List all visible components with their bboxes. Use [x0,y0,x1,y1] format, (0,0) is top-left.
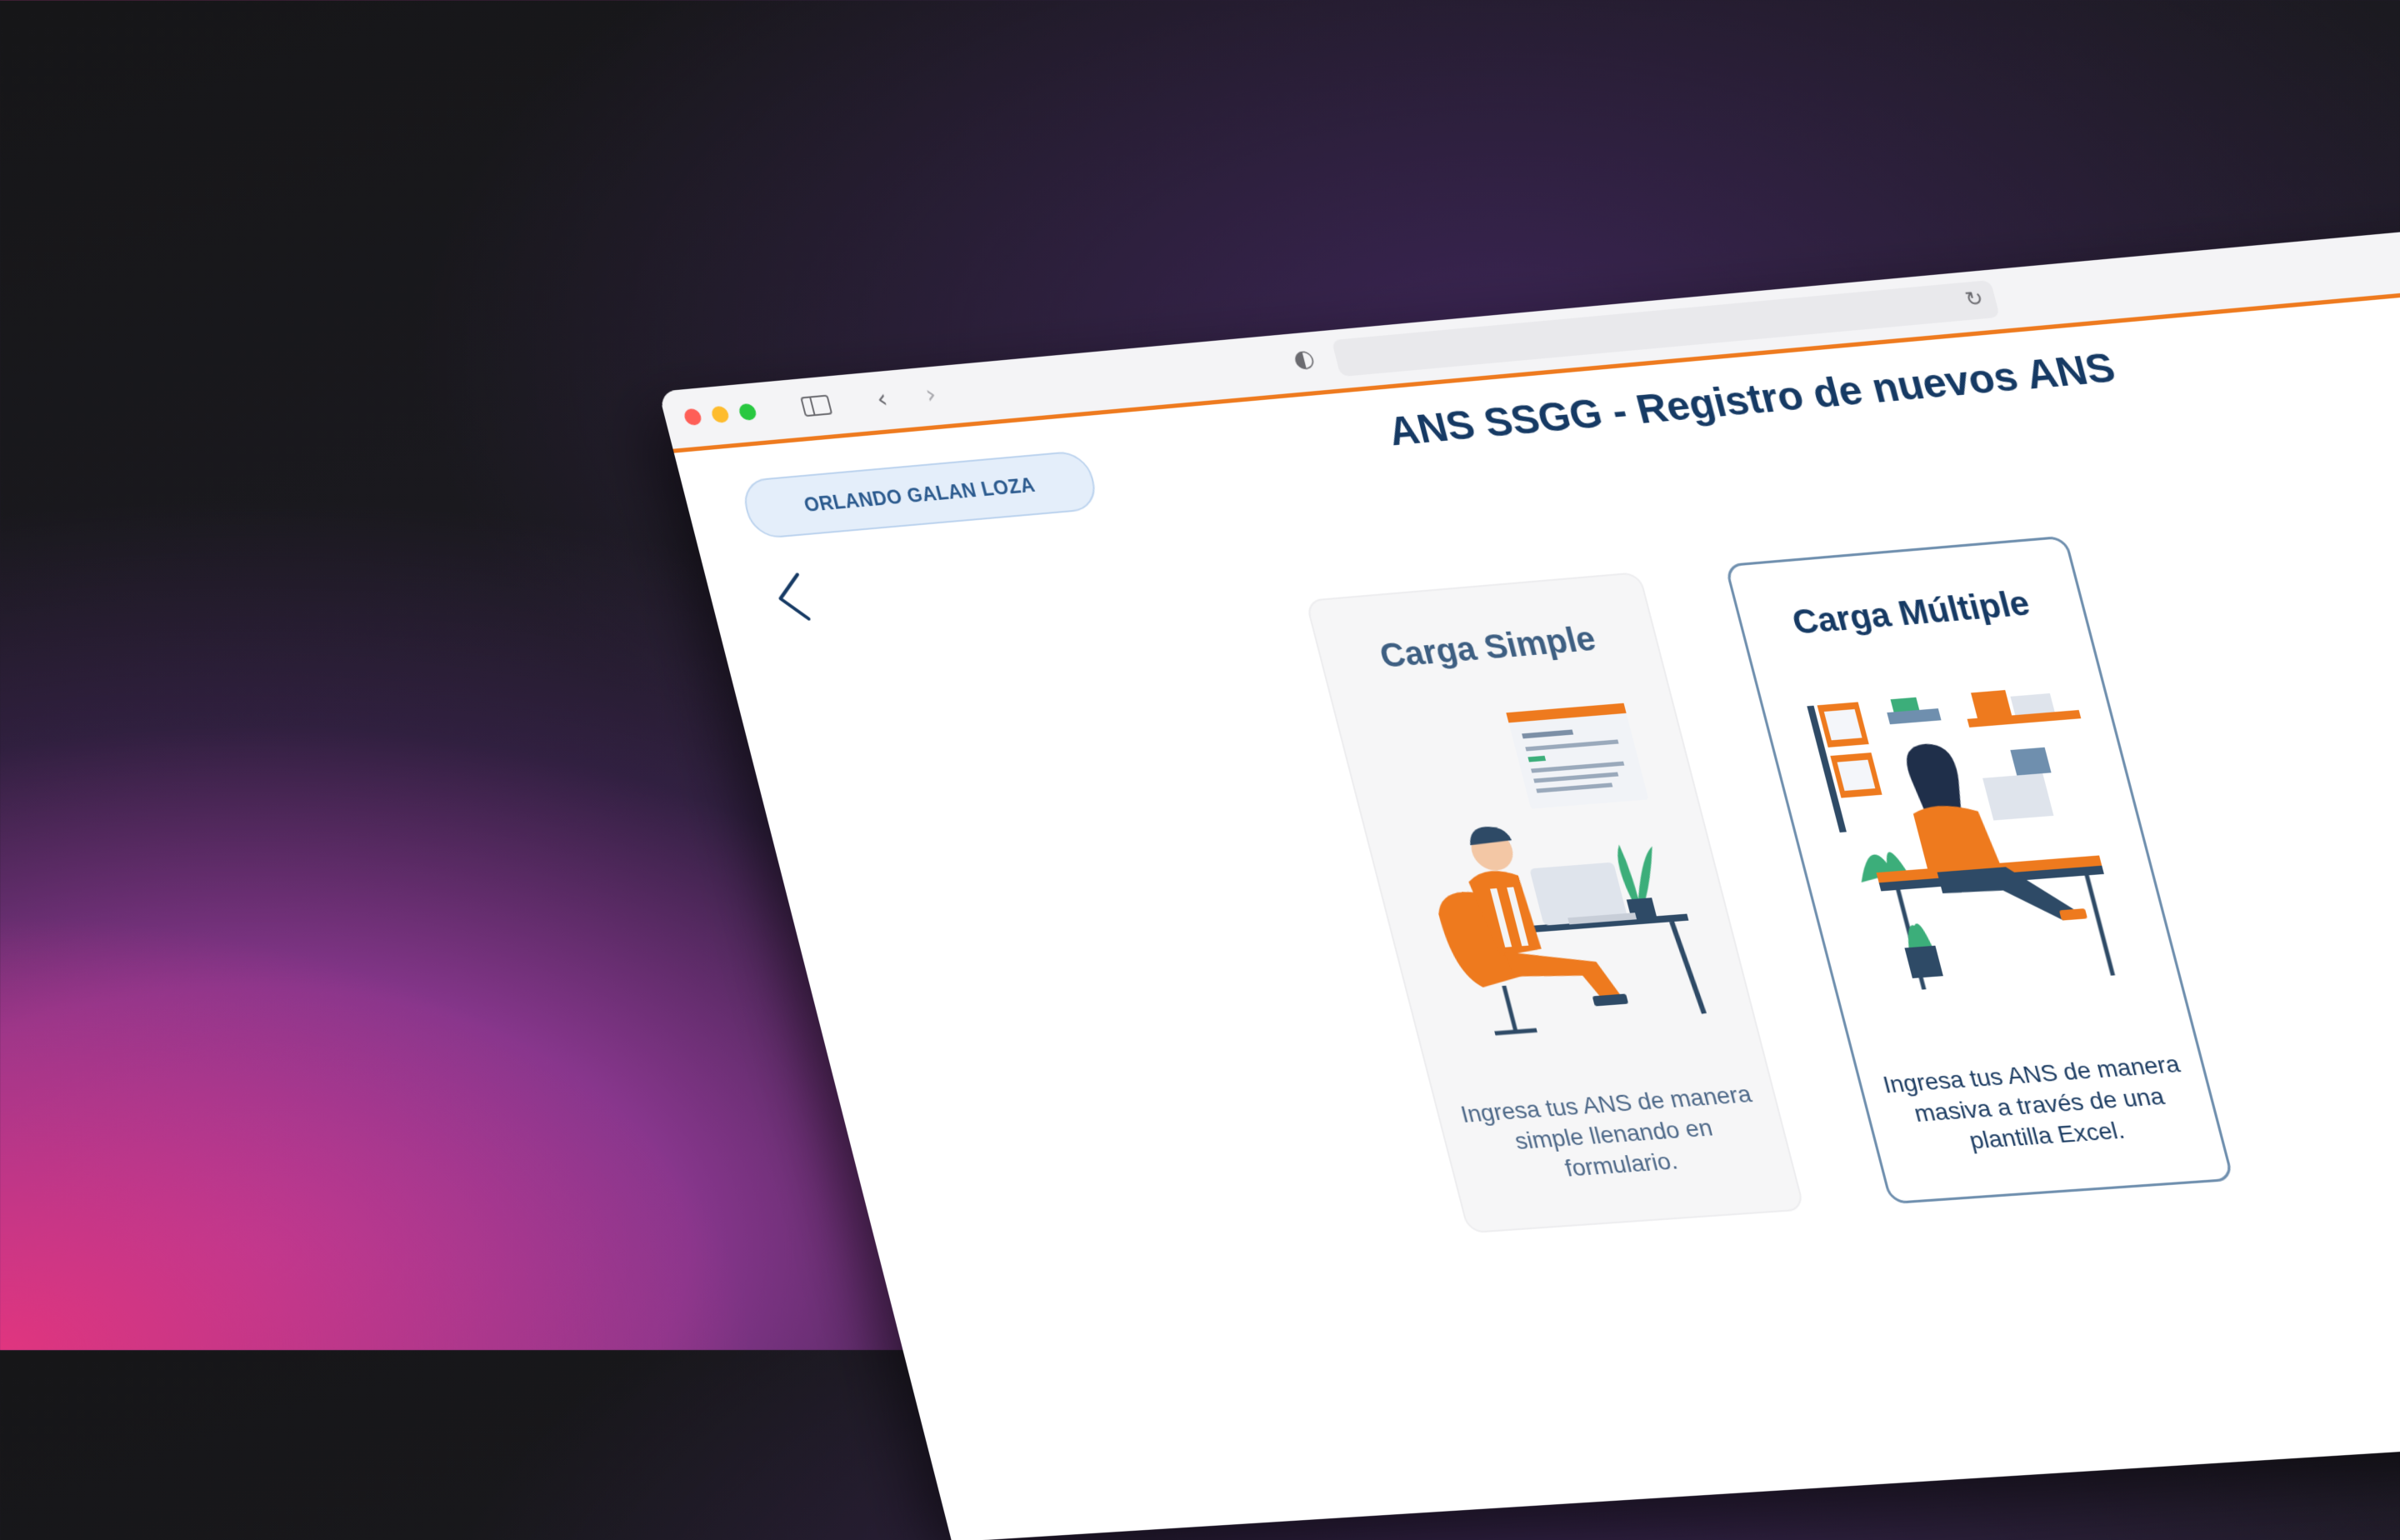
forward-icon[interactable]: › [922,380,940,410]
window-controls [682,402,758,427]
minimize-window-button[interactable] [710,405,731,424]
back-arrow-icon[interactable] [762,567,825,628]
close-window-button[interactable] [682,408,703,427]
back-icon[interactable]: ‹ [873,384,891,414]
browser-window: ‹ › ◐ ↻ ⊕ ORLANDO GALAN LOZA ANS SSGG - … [658,213,2400,1540]
man-at-laptop-illustration [1433,702,1736,1058]
carga-multiple-card[interactable]: Carga Múltiple Ingresa tus ANS de manera… [1724,535,2235,1205]
card-title: Carga Múltiple [1788,584,2034,642]
woman-at-desk-illustration [1807,690,2165,1028]
sidebar-toggle-icon[interactable] [800,394,833,418]
zoom-window-button[interactable] [737,402,758,422]
card-description: Ingresa tus ANS de manera simple llenand… [1458,1080,1754,1182]
card-title: Carga Simple [1376,620,1600,675]
carga-simple-card[interactable]: Carga Simple Ingresa tus ANS de manera s… [1304,572,1806,1234]
page-content: ORLANDO GALAN LOZA ANS SSGG - Registro d… [674,278,2400,1540]
privacy-shield-icon[interactable]: ◐ [1290,344,1318,373]
card-description: Ingresa tus ANS de manera masiva a travé… [1880,1050,2183,1154]
reload-icon[interactable]: ↻ [1962,286,1986,312]
desktop-background: ‹ › ◐ ↻ ⊕ ORLANDO GALAN LOZA ANS SSGG - … [0,0,2400,1540]
user-name-badge[interactable]: ORLANDO GALAN LOZA [738,449,1102,540]
